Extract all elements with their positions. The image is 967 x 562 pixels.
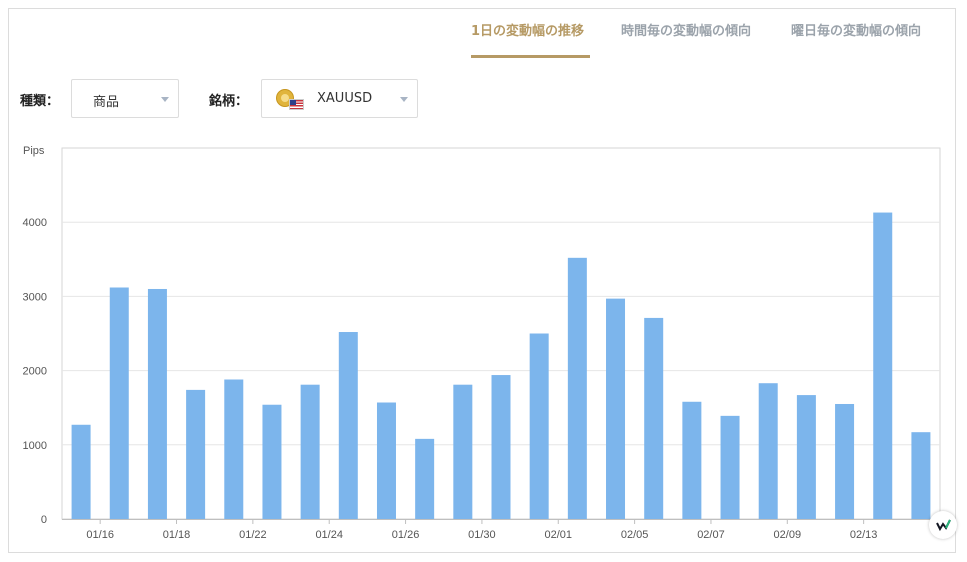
x-tick-label: 01/18 (163, 529, 191, 541)
x-tick-label: 01/24 (315, 529, 343, 541)
x-tick-label: 01/22 (239, 529, 267, 541)
x-tick-label: 02/05 (621, 529, 649, 541)
bar (338, 332, 358, 519)
bar (376, 402, 396, 519)
x-tick-label: 02/09 (774, 529, 802, 541)
bar (873, 212, 893, 519)
bar (567, 257, 587, 519)
x-tick-label: 01/26 (392, 529, 420, 541)
bar (911, 432, 931, 519)
y-tick-label: 0 (41, 514, 47, 526)
x-tick-label: 02/01 (544, 529, 572, 541)
y-tick-label: 4000 (23, 217, 47, 229)
bar (758, 383, 778, 519)
x-tick-label: 02/13 (850, 529, 878, 541)
tradingview-icon (936, 519, 951, 532)
bar (224, 379, 244, 519)
bar (796, 395, 816, 519)
bar (720, 415, 740, 519)
bar (606, 298, 626, 519)
bar-chart: 0 1000 2000 3000 4000 Pips 01/16 01/18 01/22 01/2… (23, 145, 941, 541)
bar (415, 438, 435, 519)
bar (491, 375, 511, 519)
bar (682, 401, 702, 519)
bar (147, 288, 167, 519)
y-tick-label: 3000 (23, 291, 47, 303)
x-tick-label: 01/16 (86, 529, 114, 541)
bar (300, 384, 320, 519)
bar (529, 333, 549, 519)
bar (71, 424, 91, 519)
bar (835, 403, 855, 519)
bar (644, 317, 664, 519)
y-tick-label: 2000 (23, 366, 47, 378)
x-tick-label: 01/30 (468, 529, 496, 541)
bar (453, 384, 473, 519)
tradingview-logo[interactable] (929, 511, 957, 539)
bar (186, 389, 206, 519)
bar (109, 287, 129, 519)
x-tick-label: 02/07 (697, 529, 725, 541)
bar (262, 404, 282, 519)
y-tick-label: 1000 (23, 440, 47, 452)
y-axis-title: Pips (23, 145, 45, 157)
